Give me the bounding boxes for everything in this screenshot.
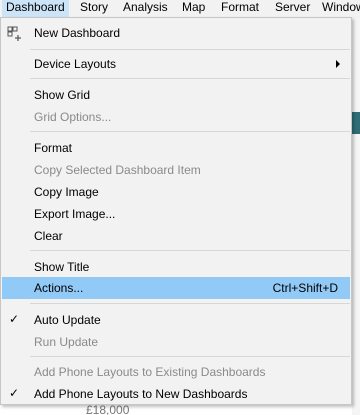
menu-item-grid-options: Grid Options...	[2, 106, 350, 128]
menu-item-label: Auto Update	[34, 313, 101, 327]
menu-item-label: Copy Selected Dashboard Item	[34, 163, 201, 177]
menu-item-actions[interactable]: Actions... Ctrl+Shift+D	[2, 277, 350, 299]
menu-window[interactable]: Window	[318, 0, 360, 18]
submenu-arrow-icon	[336, 60, 340, 68]
menu-item-label: Add Phone Layouts to New Dashboards	[34, 387, 248, 401]
menu-analysis[interactable]: Analysis	[119, 0, 172, 18]
menu-item-add-phone-new[interactable]: ✓ Add Phone Layouts to New Dashboards	[2, 383, 350, 405]
menu-server[interactable]: Server	[271, 0, 314, 18]
menu-item-show-grid[interactable]: Show Grid	[2, 84, 350, 106]
menu-item-label: Actions...	[34, 281, 84, 295]
menu-item-label: Clear	[34, 229, 63, 243]
menu-map[interactable]: Map	[178, 0, 209, 18]
menu-separator	[30, 49, 350, 50]
menu-item-label: New Dashboard	[34, 26, 121, 40]
checkmark-icon: ✓	[9, 312, 20, 326]
checkmark-icon: ✓	[9, 386, 20, 400]
menu-separator	[30, 303, 350, 304]
menu-item-shortcut: Ctrl+Shift+D	[272, 281, 338, 295]
app-root: Dashboard Story Analysis Map Format Serv…	[0, 0, 360, 415]
menu-item-export-image[interactable]: Export Image...	[2, 203, 350, 225]
new-dashboard-icon	[7, 26, 21, 41]
menu-item-device-layouts[interactable]: Device Layouts	[2, 53, 350, 75]
menu-item-label: Copy Image	[34, 185, 99, 199]
menu-item-run-update: Run Update	[2, 331, 350, 353]
menu-item-new-dashboard[interactable]: New Dashboard	[2, 22, 350, 44]
background-header-strip	[352, 112, 360, 134]
menu-item-format[interactable]: Format	[2, 137, 350, 159]
menu-item-label: Export Image...	[34, 207, 116, 221]
background-panel	[352, 18, 360, 415]
menu-item-label: Device Layouts	[34, 57, 117, 71]
menu-item-show-title[interactable]: Show Title	[2, 256, 350, 278]
menu-item-label: Show Title	[34, 260, 90, 274]
menu-separator	[30, 356, 350, 357]
menu-format[interactable]: Format	[217, 0, 263, 18]
menu-item-copy-selected: Copy Selected Dashboard Item	[2, 159, 350, 181]
menu-separator	[30, 250, 350, 251]
menu-separator	[30, 78, 350, 79]
menu-item-label: Show Grid	[34, 88, 91, 102]
menu-item-auto-update[interactable]: ✓ Auto Update	[2, 309, 350, 331]
menu-item-label: Run Update	[34, 335, 99, 349]
menu-separator	[30, 131, 350, 132]
menu-story[interactable]: Story	[76, 0, 112, 18]
menu-item-clear[interactable]: Clear	[2, 225, 350, 247]
menu-item-label: Format	[34, 141, 73, 155]
dashboard-dropdown-menu: New Dashboard Device Layouts Show Grid G…	[0, 17, 352, 405]
menu-item-add-phone-existing: Add Phone Layouts to Existing Dashboards	[2, 361, 350, 383]
menu-item-label: Grid Options...	[34, 110, 112, 124]
menu-item-label: Add Phone Layouts to Existing Dashboards	[34, 365, 266, 379]
menu-dashboard[interactable]: Dashboard	[2, 0, 69, 18]
menu-item-copy-image[interactable]: Copy Image	[2, 181, 350, 203]
